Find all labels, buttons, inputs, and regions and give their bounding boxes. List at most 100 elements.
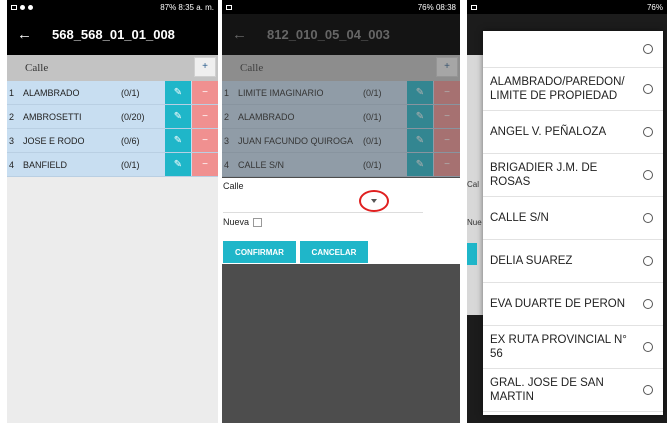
background-button xyxy=(467,243,477,265)
pencil-icon[interactable]: ✎ xyxy=(407,105,433,128)
minus-icon[interactable]: − xyxy=(192,81,218,104)
pencil-icon[interactable]: ✎ xyxy=(407,81,433,104)
nueva-option: Nueva xyxy=(223,217,263,227)
radio-button[interactable] xyxy=(643,127,653,137)
screen-add-street-form: 76% 08:38 ← 812_010_05_04_003 Calle + 1L… xyxy=(222,0,460,423)
arrow-left-icon[interactable]: ← xyxy=(232,27,247,42)
row-count: (0/1) xyxy=(363,111,382,122)
app-bar: ← 568_568_01_01_008 xyxy=(7,14,218,55)
street-option-label: DELIA SUAREZ xyxy=(490,255,573,267)
calle-field-label: Calle xyxy=(223,181,244,191)
status-text: 76% xyxy=(646,2,663,12)
pencil-icon[interactable]: ✎ xyxy=(407,153,433,176)
radio-button[interactable] xyxy=(643,84,653,94)
screen-street-list: 87% 8:35 a. m. ← 568_568_01_01_008 Calle… xyxy=(7,0,218,423)
row-count: (0/20) xyxy=(121,111,145,122)
status-bar: 76% 08:38 xyxy=(222,0,460,14)
radio-button[interactable] xyxy=(643,299,653,309)
table-row[interactable]: 2 ALAMBRADO (0/1) ✎ − xyxy=(222,105,460,129)
minus-icon[interactable]: − xyxy=(434,81,460,104)
street-option-label: CALLE S/N xyxy=(490,212,549,224)
add-street-form: Calle Nueva CONFIRMAR CANCELAR xyxy=(222,178,460,264)
pencil-icon[interactable]: ✎ xyxy=(165,105,191,128)
table-row[interactable]: 1 ALAMBRADO (0/1) ✎ − xyxy=(7,81,218,105)
row-count: (0/1) xyxy=(121,159,140,170)
radio-button[interactable] xyxy=(643,170,653,180)
list-header: Calle + xyxy=(222,55,460,81)
status-bar: 87% 8:35 a. m. xyxy=(7,0,218,14)
page-title: 568_568_01_01_008 xyxy=(52,27,175,42)
radio-button[interactable] xyxy=(643,385,653,395)
street-option[interactable]: BRIGADIER J.M. DE ROSAS xyxy=(483,154,663,197)
row-count: (0/1) xyxy=(363,87,382,98)
app-bar: ← 812_010_05_04_003 xyxy=(222,14,460,55)
street-option[interactable]: EVA DUARTE DE PERON xyxy=(483,283,663,326)
nueva-checkbox[interactable] xyxy=(253,217,263,227)
row-number: 4 xyxy=(224,159,230,170)
table-row[interactable]: 4 CALLE S/N (0/1) ✎ − xyxy=(222,153,460,177)
list-header: Calle + xyxy=(7,55,218,81)
row-count: (0/1) xyxy=(363,135,382,146)
minus-icon[interactable]: − xyxy=(192,129,218,152)
confirm-button[interactable]: CONFIRMAR xyxy=(223,241,296,263)
table-row[interactable]: 3 JOSE E RODO (0/6) ✎ − xyxy=(7,129,218,153)
add-button[interactable]: + xyxy=(194,57,216,77)
row-number: 1 xyxy=(224,87,230,98)
street-option[interactable]: ALAMBRADO/PAREDON/ LIMITE DE PROPIEDAD xyxy=(483,68,663,111)
street-option[interactable]: ANGEL V. PEÑALOZA xyxy=(483,111,663,154)
dimmed-background: Calle + 1 LIMITE IMAGINARIO (0/1) ✎ −2 ALAMBR… xyxy=(222,55,460,177)
radio-button[interactable] xyxy=(643,213,653,223)
row-number: 3 xyxy=(9,135,15,146)
pencil-icon[interactable]: ✎ xyxy=(165,129,191,152)
row-number: 1 xyxy=(9,87,15,98)
table-row[interactable]: 3 JUAN FACUNDO QUIROGA (0/1) ✎ − xyxy=(222,129,460,153)
arrow-left-icon[interactable]: ← xyxy=(17,27,32,42)
radio-button[interactable] xyxy=(643,44,653,54)
status-text: 76% 08:38 xyxy=(417,2,456,12)
street-name: JUAN FACUNDO QUIROGA xyxy=(238,135,354,146)
street-option[interactable]: CALLE S/N xyxy=(483,197,663,240)
table-row[interactable]: 2 AMBROSETTI (0/20) ✎ − xyxy=(7,105,218,129)
street-picker-dialog: ALAMBRADO/PAREDON/ LIMITE DE PROPIEDAD AN… xyxy=(483,31,663,415)
street-option-label: ANGEL V. PEÑALOZA xyxy=(490,126,607,138)
street-option[interactable]: GRAL. JOSE DE SAN MARTIN xyxy=(483,369,663,412)
street-option-label: EX RUTA PROVINCIAL N° 56 xyxy=(490,334,627,360)
table-row[interactable]: 4 BANFIELD (0/1) ✎ − xyxy=(7,153,218,177)
status-bar: 76% xyxy=(467,0,667,14)
nueva-label: Nueva xyxy=(223,217,250,227)
street-name: ALAMBRADO xyxy=(23,87,80,98)
minus-icon[interactable]: − xyxy=(192,105,218,128)
table-row[interactable]: 1 LIMITE IMAGINARIO (0/1) ✎ − xyxy=(222,81,460,105)
row-number: 3 xyxy=(224,135,230,146)
column-header-calle: Calle xyxy=(25,62,49,74)
street-option-label: GRAL. JOSE DE SAN MARTIN xyxy=(490,377,604,403)
notification-icons xyxy=(471,4,477,10)
notification-icons xyxy=(226,4,232,10)
minus-icon[interactable]: − xyxy=(434,105,460,128)
street-name: AMBROSETTI xyxy=(23,111,82,122)
street-name: ALAMBRADO xyxy=(238,111,295,122)
street-option[interactable] xyxy=(483,31,663,68)
street-option[interactable]: DELIA SUAREZ xyxy=(483,240,663,283)
caret-down-icon[interactable] xyxy=(371,199,377,203)
street-name: JOSE E RODO xyxy=(23,135,85,146)
calle-select[interactable] xyxy=(223,212,423,213)
background-nueva-label: Nue xyxy=(467,218,482,227)
street-name: BANFIELD xyxy=(23,159,68,170)
cancel-button[interactable]: CANCELAR xyxy=(300,241,368,263)
pencil-icon[interactable]: ✎ xyxy=(407,129,433,152)
page-title: 812_010_05_04_003 xyxy=(267,27,390,42)
minus-icon[interactable]: − xyxy=(434,153,460,176)
radio-button[interactable] xyxy=(643,342,653,352)
dropdown-highlight[interactable] xyxy=(359,190,389,212)
radio-button[interactable] xyxy=(643,256,653,266)
pencil-icon[interactable]: ✎ xyxy=(165,153,191,176)
row-number: 4 xyxy=(9,159,15,170)
minus-icon[interactable]: − xyxy=(434,129,460,152)
street-list: 1 LIMITE IMAGINARIO (0/1) ✎ −2 ALAMBRADO (0/1)… xyxy=(222,81,460,177)
minus-icon[interactable]: − xyxy=(192,153,218,176)
background-calle-label: Cal xyxy=(467,180,480,189)
pencil-icon[interactable]: ✎ xyxy=(165,81,191,104)
street-option[interactable]: EX RUTA PROVINCIAL N° 56 xyxy=(483,326,663,369)
row-number: 2 xyxy=(224,111,230,122)
